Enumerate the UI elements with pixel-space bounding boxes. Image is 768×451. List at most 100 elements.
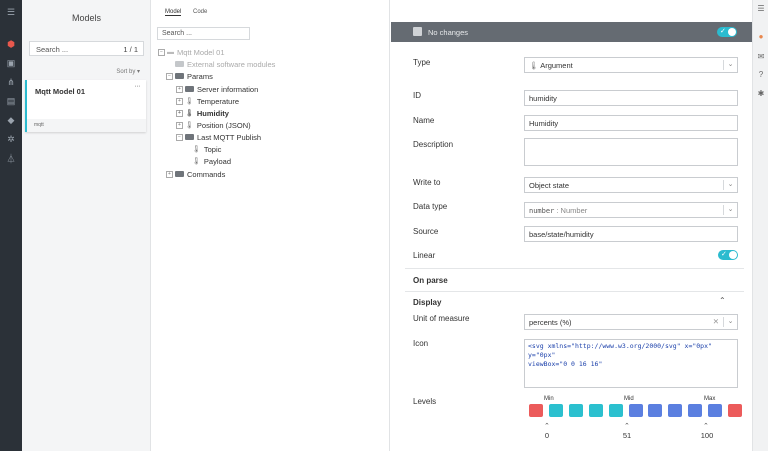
tree-item-temperature[interactable]: + 🌡 Temperature [176,95,239,107]
menu-icon[interactable]: ☰ [756,4,766,14]
tree-item-last-mqtt-publish[interactable]: − Last MQTT Publish [176,131,261,143]
tree-item-external-modules[interactable]: External software modules [175,58,275,70]
level-swatch[interactable] [628,404,643,417]
right-toolbar: ☰ ● ✉ ? ✱ [752,0,768,451]
unit-select[interactable]: percents (%) ✕ ⌄ [524,314,738,330]
tree-item-params[interactable]: − Params [166,70,213,82]
chevron-down-icon[interactable]: ⌄ [723,180,737,190]
data-type-value: : Number [556,206,588,215]
help-icon[interactable]: ? [756,70,766,80]
tree-item-commands[interactable]: + Commands [166,168,225,180]
expand-toggle-icon[interactable]: + [176,121,183,129]
linear-toggle[interactable]: ✓ [718,250,738,260]
tab-code[interactable]: Code [193,9,207,15]
folder-icon: ▬ [167,48,174,56]
mid-handle-icon[interactable]: ⌃ [624,422,630,430]
models-search-input[interactable]: Search ... 1 / 1 [29,41,144,56]
clear-icon[interactable]: ✕ [713,317,719,326]
bug-icon[interactable]: ✱ [756,89,766,99]
model-tag: mqtt [34,122,44,128]
tree-item-server-information[interactable]: + Server information [176,83,258,95]
levels-max-value[interactable]: 100 [697,431,717,440]
level-swatch[interactable] [588,404,603,417]
tree-item-label: Position (JSON) [196,120,251,130]
name-field[interactable]: Humidity [524,115,738,131]
collapse-toggle-icon[interactable]: − [166,72,173,80]
sort-by-dropdown[interactable]: Sort by ▾ [116,68,140,75]
tab-model[interactable]: Model [165,9,182,16]
display-section[interactable]: Display [413,298,441,307]
on-parse-section[interactable]: On parse [413,276,448,285]
level-swatch[interactable] [548,404,563,417]
level-swatch[interactable] [608,404,623,417]
description-field[interactable] [524,138,738,166]
source-field[interactable]: base/state/humidity [524,226,738,242]
plugins-nav-icon[interactable]: ✲ [0,131,22,147]
status-bar: No changes ✓ [391,22,752,42]
id-label: ID [413,91,421,100]
level-swatch[interactable] [568,404,583,417]
expand-toggle-icon[interactable]: + [166,170,173,178]
mail-icon[interactable]: ✉ [756,52,766,62]
models-nav-icon[interactable]: ⬢ [0,36,22,52]
level-swatch[interactable] [648,404,663,417]
user-avatar-icon[interactable]: ● [756,32,766,42]
thermometer-icon: 🌡 [185,98,194,105]
divider [405,291,744,292]
write-to-select[interactable]: Object state ⌄ [524,177,738,193]
tree-item-label: Humidity [196,108,229,118]
model-name: Mqtt Model 01 [35,87,85,96]
models-panel: Models Search ... 1 / 1 Sort by ▾ Mqtt M… [22,0,151,451]
level-swatch[interactable] [668,404,683,417]
chevron-down-icon[interactable]: ⌄ [723,205,737,215]
tree-item-position-json[interactable]: + 🌡 Position (JSON) [176,119,251,131]
hamburger-menu-icon[interactable]: ☰ [0,4,22,20]
models-count: 1 / 1 [123,45,138,54]
level-swatch[interactable] [728,404,742,417]
collapse-toggle-icon[interactable]: − [158,48,165,56]
collapse-toggle-icon[interactable]: − [176,133,183,141]
chevron-up-icon[interactable]: ⌃ [719,296,726,305]
tree-item-topic[interactable]: 🌡 Topic [192,143,221,155]
tree-item-label: Payload [203,156,231,166]
devices-nav-icon[interactable]: ▣ [0,55,22,71]
expand-toggle-icon[interactable]: + [176,97,183,105]
flask-nav-icon[interactable]: ⏃ [0,150,22,166]
more-icon[interactable]: ··· [135,83,141,90]
folder-icon [185,134,194,140]
chevron-down-icon[interactable]: ⌄ [723,60,737,70]
source-label: Source [413,227,439,236]
save-icon[interactable] [413,27,422,36]
levels-mid-value[interactable]: 51 [617,431,637,440]
tree-item-root[interactable]: − ▬ Mqtt Model 01 [158,46,225,58]
write-to-value: Object state [529,181,570,190]
min-handle-icon[interactable]: ⌃ [544,422,550,430]
tree-item-humidity[interactable]: + 🌡 Humidity [176,107,229,119]
hierarchy-nav-icon[interactable]: ⋔ [0,74,22,90]
type-select[interactable]: 🌡 Argument ⌄ [524,57,738,73]
expand-toggle-icon[interactable]: + [176,85,183,93]
tree-item-label: Temperature [196,96,239,106]
levels-min-value[interactable]: 0 [537,431,557,440]
level-swatch[interactable] [688,404,703,417]
level-swatch[interactable] [529,404,543,417]
id-field[interactable]: humidity [524,90,738,106]
tree-search-input[interactable]: Search ... [157,27,250,40]
status-toggle[interactable]: ✓ [717,27,737,37]
data-type-select[interactable]: number : Number ⌄ [524,202,738,218]
max-handle-icon[interactable]: ⌃ [703,422,709,430]
expand-toggle-icon[interactable]: + [176,109,183,117]
thermometer-icon: 🌡 [529,61,541,70]
folder-icon [175,61,184,67]
level-swatch[interactable] [708,404,723,417]
tree-item-payload[interactable]: 🌡 Payload [192,155,231,167]
calendar-nav-icon[interactable]: ▤ [0,93,22,109]
tag-nav-icon[interactable]: ◆ [0,112,22,128]
levels-min-label: Min [544,396,554,402]
icon-code-editor[interactable]: <svg xmlns="http://www.w3.org/2000/svg" … [524,339,738,388]
type-value: Argument [540,61,573,70]
levels-max-label: Max [704,396,716,402]
chevron-down-icon[interactable]: ⌄ [723,317,737,327]
models-search-placeholder: Search ... [36,45,69,54]
model-card[interactable]: Mqtt Model 01 ··· mqtt [25,80,146,132]
